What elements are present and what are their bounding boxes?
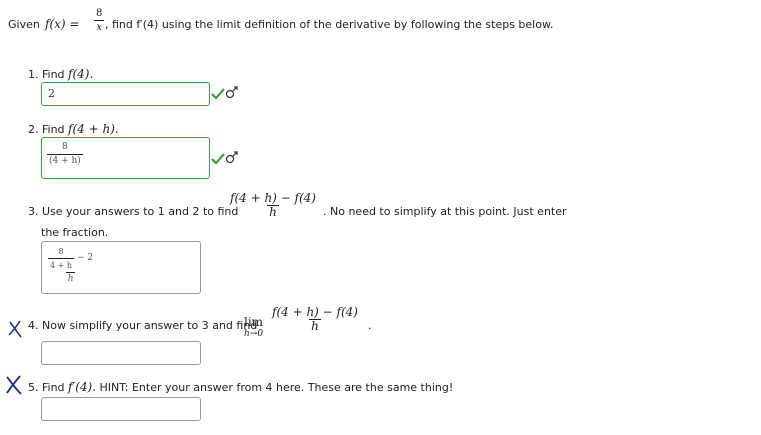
question-3-answer-den: h xyxy=(65,272,76,284)
x-mark-icon xyxy=(6,375,22,395)
question-4-prompt: 4. Now simplify your answer to 3 and fin… xyxy=(28,304,748,340)
question-4-lim: lim xyxy=(244,315,264,329)
question-1-math: f(4). xyxy=(68,67,94,81)
question-3-answer-fraction: 8 4 + h − 2 h xyxy=(46,245,95,286)
question-3-fraction: f(4 + h) − f(4) h xyxy=(228,192,318,219)
question-3-prompt: 3. Use your answers to 1 and 2 to find f… xyxy=(28,188,748,230)
question-2-answer-num: 8 xyxy=(62,142,68,152)
x-mark-icon xyxy=(8,320,22,338)
intro-fraction: 8 x xyxy=(94,7,104,34)
question-4-lim-sub: h→0 xyxy=(244,329,264,339)
question-4-frac-den: h xyxy=(309,319,321,333)
problem-statement: Given f(x) = 8 x , find f′(4) using the … xyxy=(8,8,748,40)
question-1-answer-value: 2 xyxy=(48,87,55,100)
question-4-fraction: f(4 + h) − f(4) h xyxy=(270,306,360,333)
math-tool-icon[interactable] xyxy=(224,149,240,165)
intro-frac-num: 8 xyxy=(96,8,103,19)
intro-text: , find f′(4) using the limit definition … xyxy=(105,18,554,31)
question-3-text-after: . No need to simplify at this point. Jus… xyxy=(323,205,567,218)
question-2-answer-field[interactable]: 8 (4 + h) xyxy=(41,137,210,179)
math-tool-icon[interactable] xyxy=(224,84,240,100)
question-3-answer-field[interactable]: 8 4 + h − 2 h xyxy=(41,241,201,294)
checkmark-icon xyxy=(211,88,225,100)
question-1-answer-field[interactable]: 2 xyxy=(41,82,210,106)
question-3-frac-num: f(4 + h) − f(4) xyxy=(230,191,316,205)
question-3-text-line2: the fraction. xyxy=(41,226,109,239)
question-4-frac-num: f(4 + h) − f(4) xyxy=(272,305,358,319)
question-4-answer-field[interactable] xyxy=(41,341,201,365)
question-2-label: 2. Find xyxy=(28,123,65,136)
question-3-answer-minus: − 2 xyxy=(77,253,94,263)
question-4-label: 4. Now simplify your answer to 3 and fin… xyxy=(28,319,258,332)
question-3-answer-inner-den: 4 + h xyxy=(48,258,75,272)
question-2-answer-fraction: 8 (4 + h) xyxy=(47,141,83,168)
question-4-period: . xyxy=(368,319,372,332)
checkmark-icon xyxy=(211,153,225,165)
question-5-prompt: 5. Find f′(4). HINT: Enter your answer f… xyxy=(28,380,453,394)
intro-f-of-x: f(x) = xyxy=(45,17,80,31)
question-3-answer-inner-num: 8 xyxy=(58,247,64,256)
question-2-answer-den: (4 + h) xyxy=(47,154,83,166)
question-3-frac-den: h xyxy=(267,205,279,219)
intro-frac-den: x xyxy=(94,20,104,33)
question-5-text: HINT: Enter your answer from 4 here. The… xyxy=(99,381,454,394)
question-5-answer-field[interactable] xyxy=(41,397,201,421)
question-2-math: f(4 + h). xyxy=(68,122,119,136)
question-1-prompt: 1. Find f(4). xyxy=(28,67,93,81)
intro-given: Given xyxy=(8,18,40,31)
question-4-limit: lim h→0 xyxy=(244,315,264,340)
question-2-prompt: 2. Find f(4 + h). xyxy=(28,122,119,136)
question-3-label: 3. Use your answers to 1 and 2 to find xyxy=(28,205,239,218)
question-5-math: f′(4). xyxy=(68,380,97,394)
question-5-label: 5. Find xyxy=(28,381,65,394)
question-1-label: 1. Find xyxy=(28,68,65,81)
